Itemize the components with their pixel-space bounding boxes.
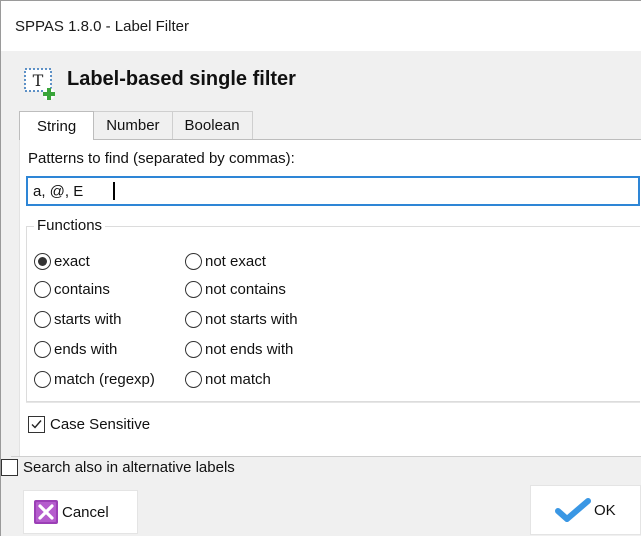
radio-not-ends-with[interactable]: not ends with — [185, 341, 293, 358]
tab-boolean[interactable]: Boolean — [171, 111, 253, 139]
radio-label: starts with — [54, 311, 122, 328]
ok-button[interactable]: OK — [530, 485, 641, 535]
radio-label: exact — [54, 253, 90, 270]
radio-indicator — [34, 341, 51, 358]
text-tier-add-icon: T — [24, 68, 55, 100]
functions-group-title: Functions — [34, 217, 106, 234]
text-caret — [113, 182, 115, 200]
radio-indicator — [34, 253, 51, 270]
case-sensitive-checkbox[interactable]: Case Sensitive — [28, 416, 150, 433]
radio-indicator — [185, 311, 202, 328]
radio-indicator — [185, 281, 202, 298]
radio-contains[interactable]: contains — [34, 281, 110, 298]
radio-starts-with[interactable]: starts with — [34, 311, 122, 328]
radio-indicator — [34, 371, 51, 388]
radio-indicator — [185, 341, 202, 358]
radio-ends-with[interactable]: ends with — [34, 341, 117, 358]
radio-exact[interactable]: exact — [34, 253, 90, 270]
alternative-labels-label: Search also in alternative labels — [23, 459, 235, 476]
radio-label: contains — [54, 281, 110, 298]
radio-label: not contains — [205, 281, 286, 298]
radio-label: not exact — [205, 253, 266, 270]
radio-match-regexp[interactable]: match (regexp) — [34, 371, 155, 388]
dialog-header: T Label-based single filter — [1, 51, 641, 109]
radio-label: not match — [205, 371, 271, 388]
tab-string[interactable]: String — [19, 111, 95, 140]
radio-label: not starts with — [205, 311, 298, 328]
cancel-label: Cancel — [62, 503, 109, 521]
string-filter-panel: Patterns to find (separated by commas): … — [19, 139, 641, 457]
cancel-x-icon — [34, 500, 58, 524]
radio-not-exact[interactable]: not exact — [185, 253, 266, 270]
case-sensitive-label: Case Sensitive — [50, 416, 151, 433]
pattern-label: Patterns to find (separated by commas): — [28, 150, 295, 167]
radio-not-match[interactable]: not match — [185, 371, 271, 388]
tab-number[interactable]: Number — [93, 111, 173, 139]
tier-glyph: T — [33, 71, 44, 90]
window-titlebar: SPPAS 1.8.0 - Label Filter — [1, 1, 641, 51]
window-title: SPPAS 1.8.0 - Label Filter — [15, 17, 189, 35]
radio-indicator — [34, 311, 51, 328]
radio-indicator — [185, 253, 202, 270]
radio-not-starts-with[interactable]: not starts with — [185, 311, 298, 328]
filter-type-tabs: String Number Boolean — [19, 111, 253, 140]
radio-label: not ends with — [205, 341, 294, 358]
dialog-heading: Label-based single filter — [67, 68, 296, 90]
label-filter-dialog: SPPAS 1.8.0 - Label Filter T Label-based… — [0, 0, 641, 536]
radio-not-contains[interactable]: not contains — [185, 281, 286, 298]
checkmark-small-icon — [31, 420, 42, 429]
ok-label: OK — [594, 501, 616, 519]
bottom-separator — [11, 456, 641, 457]
checkbox-box — [1, 459, 18, 476]
checkbox-box — [28, 416, 45, 433]
functions-divider — [26, 402, 640, 403]
radio-label: ends with — [54, 341, 118, 358]
radio-indicator — [34, 281, 51, 298]
cancel-button[interactable]: Cancel — [23, 490, 138, 534]
radio-indicator — [185, 371, 202, 388]
pattern-input[interactable] — [26, 176, 640, 206]
alternative-labels-checkbox[interactable]: Search also in alternative labels — [1, 459, 235, 476]
checkmark-icon — [555, 498, 591, 522]
radio-label: match (regexp) — [54, 371, 155, 388]
